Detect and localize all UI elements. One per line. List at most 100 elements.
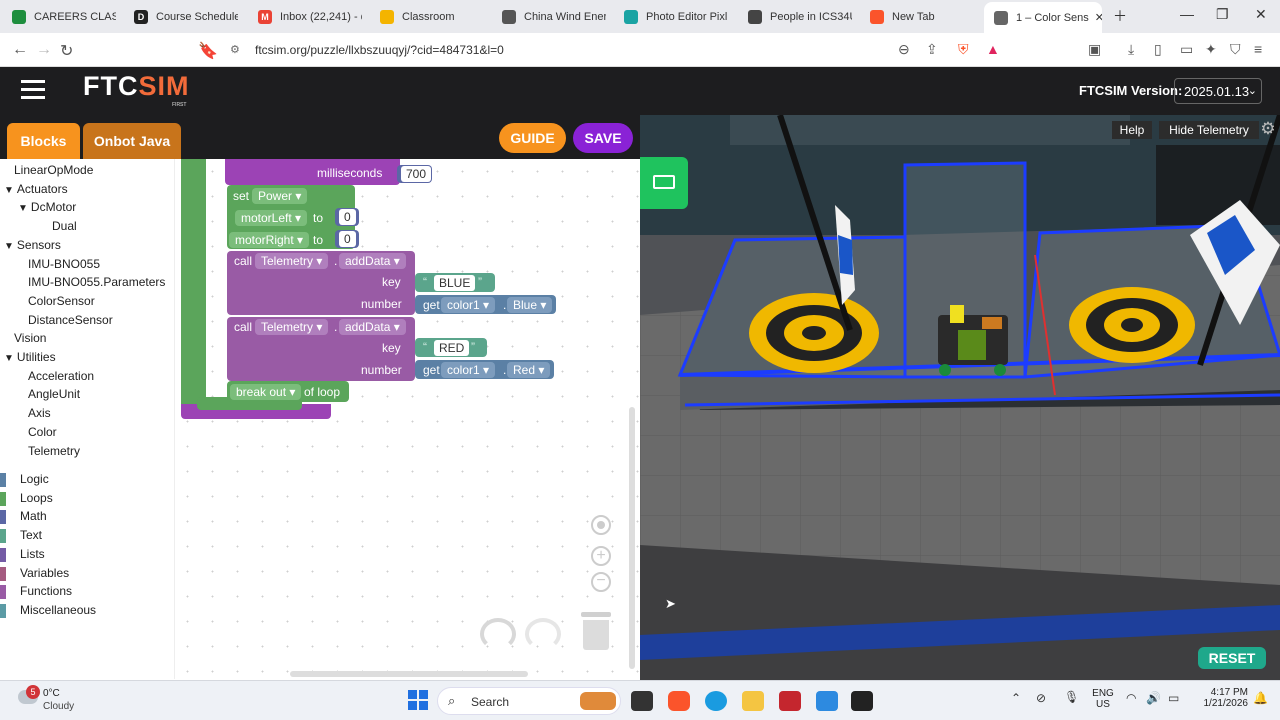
- text-block-red[interactable]: “ RED ”: [415, 338, 487, 357]
- loop-block-body[interactable]: [181, 159, 206, 411]
- settings-gear-icon[interactable]: ⚙: [1258, 119, 1278, 139]
- vpn-icon[interactable]: ⛉: [1230, 41, 1241, 58]
- undo-icon[interactable]: [480, 618, 516, 650]
- help-button[interactable]: Help: [1112, 121, 1152, 139]
- toolbox-item[interactable]: IMU-BNO055.Parameters: [18, 275, 165, 289]
- toolbox-item[interactable]: IMU-BNO055: [18, 257, 100, 271]
- menu-icon[interactable]: ≡: [1254, 41, 1262, 57]
- color1-field-2[interactable]: color1 ▾: [441, 362, 496, 378]
- windows-start-icon[interactable]: [408, 690, 428, 710]
- right-power-value[interactable]: 0: [339, 231, 356, 247]
- sidebar-icon[interactable]: ▯: [1154, 41, 1162, 58]
- tab-blocks[interactable]: Blocks: [7, 123, 80, 159]
- taskbar-search[interactable]: ⌕ Search: [437, 687, 621, 715]
- file-explorer-icon[interactable]: [742, 691, 764, 711]
- url-field[interactable]: ⚙ ftcsim.org/puzzle/llxbszuuqyj/?cid=484…: [222, 37, 1012, 63]
- power-field[interactable]: Power ▾: [252, 188, 308, 204]
- get-color-blue-block[interactable]: get color1 ▾ . Blue ▾: [415, 295, 556, 314]
- toolbox-item[interactable]: Telemetry: [18, 444, 80, 458]
- browser-tab[interactable]: China Wind Energ: [494, 4, 606, 30]
- wifi-icon[interactable]: ◠: [1126, 691, 1136, 705]
- language-indicator[interactable]: ENG US: [1092, 688, 1114, 710]
- save-button[interactable]: SAVE: [573, 123, 633, 153]
- blocks-workspace[interactable]: milliseconds 700 set Power ▾ motorLeft ▾…: [175, 159, 640, 679]
- battery-icon[interactable]: ▭: [1168, 691, 1179, 705]
- bookmark-icon[interactable]: 🔖: [198, 41, 218, 61]
- add-data-field-1[interactable]: addData ▾: [339, 253, 406, 269]
- ms-number-block[interactable]: 700: [397, 165, 432, 183]
- microphone-icon[interactable]: 🎙: [1064, 690, 1079, 704]
- break-out-block[interactable]: break out ▾ of loop: [227, 381, 349, 402]
- browser-tab[interactable]: CAREERS CLASS I: [4, 4, 116, 30]
- telemetry-field-1[interactable]: Telemetry ▾: [255, 253, 329, 269]
- toolbox-item[interactable]: ▼ DcMotor: [18, 200, 76, 214]
- text-block-blue[interactable]: “ BLUE ”: [415, 273, 495, 292]
- browser-tab[interactable]: Classroom: [372, 4, 484, 30]
- expand-arrow-icon[interactable]: ▼: [4, 185, 14, 196]
- zoom-out-icon[interactable]: −: [591, 572, 611, 592]
- telemetry-add-data-blue[interactable]: call Telemetry ▾ . addData ▾ key number: [227, 251, 415, 315]
- toolbox-item[interactable]: ▼ Sensors: [4, 238, 61, 252]
- notification-bell-icon[interactable]: 🔔: [1253, 691, 1268, 705]
- telemetry-field-2[interactable]: Telemetry ▾: [255, 319, 329, 335]
- telemetry-add-data-red[interactable]: call Telemetry ▾ . addData ▾ key number: [227, 317, 415, 381]
- category-miscellaneous[interactable]: Miscellaneous: [20, 603, 96, 617]
- motor-right-field[interactable]: motorRight ▾: [229, 232, 310, 248]
- clock[interactable]: 4:17 PM 1/21/2026: [1200, 687, 1249, 709]
- hamburger-menu-icon[interactable]: [21, 80, 45, 100]
- reload-icon[interactable]: ↻: [60, 41, 73, 61]
- color1-field-1[interactable]: color1 ▾: [441, 297, 496, 313]
- app2-taskbar-icon[interactable]: [816, 691, 838, 711]
- category-variables[interactable]: Variables: [20, 566, 69, 580]
- simulator-view[interactable]: Help Hide Telemetry ⚙ RESET ➤: [640, 115, 1280, 680]
- new-tab-button[interactable]: ＋: [1113, 6, 1127, 26]
- toolbox-item[interactable]: ▼ Actuators: [4, 182, 68, 196]
- tab-onbot-java[interactable]: Onbot Java: [83, 123, 181, 159]
- toolbox-item[interactable]: Dual: [42, 219, 77, 233]
- maximize-button[interactable]: ❐: [1216, 6, 1229, 23]
- close-tab-icon[interactable]: ✕: [1095, 11, 1102, 24]
- trash-icon[interactable]: [581, 612, 611, 652]
- app3-taskbar-icon[interactable]: [851, 691, 873, 711]
- redo-icon[interactable]: [525, 618, 561, 650]
- tray-chevron-icon[interactable]: ⌃: [1011, 691, 1021, 705]
- get-color-red-block[interactable]: get color1 ▾ . Red ▾: [415, 360, 554, 379]
- share-icon[interactable]: ⇪: [926, 41, 938, 58]
- telemetry-toggle-button[interactable]: [640, 157, 688, 209]
- hide-telemetry-button[interactable]: Hide Telemetry: [1159, 121, 1259, 139]
- left-power-number[interactable]: 0: [335, 208, 359, 226]
- edge-taskbar-icon[interactable]: [705, 691, 727, 711]
- task-view-icon[interactable]: [631, 691, 653, 711]
- leo-icon[interactable]: ✦: [1205, 41, 1217, 58]
- guide-button[interactable]: GUIDE: [499, 123, 566, 153]
- expand-arrow-icon[interactable]: ▼: [4, 353, 14, 364]
- minimize-button[interactable]: —: [1180, 6, 1194, 22]
- browser-tab[interactable]: D Course Schedule: [126, 4, 238, 30]
- ms-value[interactable]: 700: [401, 166, 432, 182]
- red-prop-field[interactable]: Red ▾: [507, 362, 551, 378]
- forward-icon[interactable]: →: [36, 41, 52, 59]
- category-loops[interactable]: Loops: [20, 491, 53, 505]
- add-data-field-2[interactable]: addData ▾: [339, 319, 406, 335]
- recenter-icon[interactable]: [591, 515, 611, 535]
- site-info-icon[interactable]: ⚙: [230, 43, 240, 56]
- brave-rewards-icon[interactable]: ▲: [986, 41, 1000, 57]
- text-value-blue[interactable]: BLUE: [434, 275, 476, 291]
- category-functions[interactable]: Functions: [20, 584, 72, 598]
- category-lists[interactable]: Lists: [20, 547, 45, 561]
- blue-prop-field[interactable]: Blue ▾: [507, 297, 553, 313]
- right-power-number[interactable]: 0: [335, 230, 359, 248]
- browser-tab[interactable]: People in ICS34U: [740, 4, 852, 30]
- browser-tab[interactable]: M Inbox (22,241) - d: [250, 4, 362, 30]
- toolbox-item[interactable]: LinearOpMode: [4, 163, 93, 177]
- left-power-value[interactable]: 0: [339, 209, 356, 225]
- category-logic[interactable]: Logic: [20, 472, 49, 486]
- vertical-scrollbar[interactable]: [629, 407, 635, 669]
- expand-arrow-icon[interactable]: ▼: [4, 241, 14, 252]
- horizontal-scrollbar[interactable]: [290, 671, 528, 677]
- category-text[interactable]: Text: [20, 528, 42, 542]
- volume-icon[interactable]: 🔊: [1146, 691, 1161, 705]
- zoom-icon[interactable]: ⊖: [898, 41, 910, 58]
- download-icon[interactable]: ⤓: [1128, 41, 1134, 58]
- text-value-red[interactable]: RED: [434, 340, 470, 356]
